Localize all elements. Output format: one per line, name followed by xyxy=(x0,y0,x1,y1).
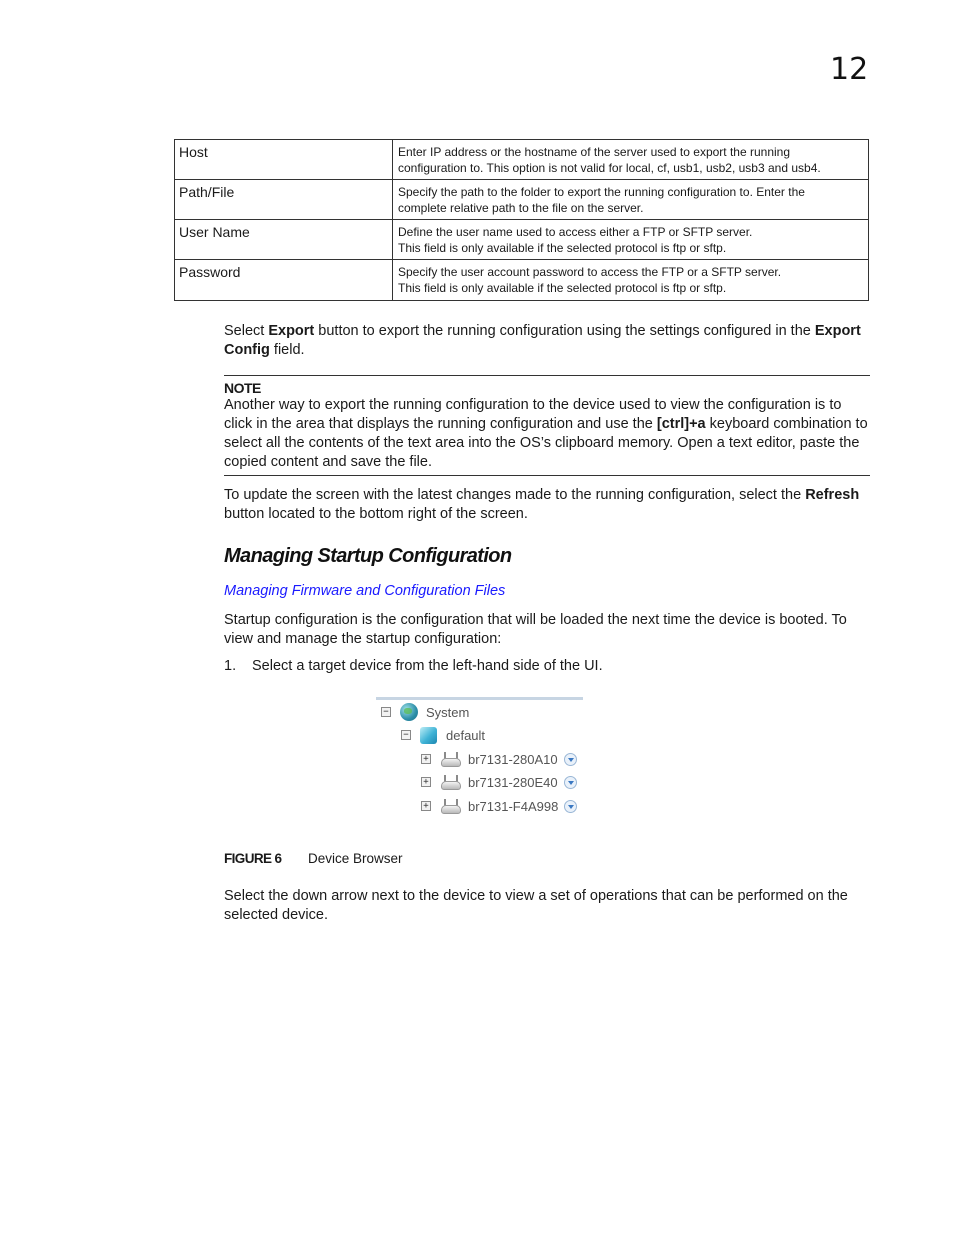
chevron-down-icon[interactable] xyxy=(563,752,577,766)
table-row: User Name Define the user name used to a… xyxy=(174,219,869,260)
tree-node-label[interactable]: br7131-F4A998 xyxy=(468,799,558,814)
note-label: NOTE xyxy=(224,380,261,396)
chevron-down-icon[interactable] xyxy=(564,799,578,813)
description-line: complete relative path to the file on th… xyxy=(398,201,644,215)
tree-node-device[interactable]: + br7131-280A10 xyxy=(421,749,577,769)
note-top-divider xyxy=(224,375,870,376)
param-description: Specify the path to the folder to export… xyxy=(392,179,869,220)
note-bottom-divider xyxy=(224,475,870,476)
figure-caption: FIGURE 6 Device Browser xyxy=(224,851,403,866)
shortcut-term: [ctrl]+a xyxy=(656,416,706,432)
description-line: Define the user name used to access eith… xyxy=(398,225,753,239)
tree-node-label[interactable]: br7131-280E40 xyxy=(468,775,558,790)
step-number: 1. xyxy=(224,658,237,674)
tree-node-label[interactable]: br7131-280A10 xyxy=(468,752,558,767)
access-point-icon xyxy=(440,774,462,790)
device-browser-tree: − System − default + br7131-280A10 + br7… xyxy=(376,697,583,821)
param-name: Password xyxy=(174,259,393,301)
description-line: Specify the path to the folder to export… xyxy=(398,185,805,199)
cross-reference-link[interactable]: Managing Firmware and Configuration File… xyxy=(224,583,505,599)
chevron-down-icon[interactable] xyxy=(563,775,577,789)
globe-icon xyxy=(400,703,418,721)
note-text: Another way to export the running config… xyxy=(224,397,868,470)
expand-icon[interactable]: + xyxy=(421,754,431,764)
step-text: Select a target device from the left-han… xyxy=(252,658,603,674)
param-description: Specify the user account password to acc… xyxy=(392,259,869,301)
refresh-paragraph: To update the screen with the latest cha… xyxy=(224,487,860,522)
export-paragraph: Select Export button to export the runni… xyxy=(224,323,861,358)
export-term: Export xyxy=(268,323,315,339)
figure-number: FIGURE 6 xyxy=(224,851,282,866)
chapter-number: 12 xyxy=(830,52,869,87)
table-row: Path/File Specify the path to the folder… xyxy=(174,179,869,220)
expand-icon[interactable]: + xyxy=(421,777,431,787)
param-name: Path/File xyxy=(174,179,393,220)
tree-node-system[interactable]: − System xyxy=(381,702,469,722)
after-figure-paragraph: Select the down arrow next to the device… xyxy=(224,888,848,923)
collapse-icon[interactable]: − xyxy=(401,730,411,740)
tree-node-label[interactable]: System xyxy=(426,705,469,720)
collapse-icon[interactable]: − xyxy=(381,707,391,717)
tree-node-label[interactable]: default xyxy=(446,728,485,743)
description-line: This field is only available if the sele… xyxy=(398,241,727,255)
rf-domain-icon xyxy=(420,726,437,744)
description-line: configuration to. This option is not val… xyxy=(398,161,821,175)
description-line: This field is only available if the sele… xyxy=(398,281,727,295)
tree-node-device[interactable]: + br7131-280E40 xyxy=(421,772,577,792)
expand-icon[interactable]: + xyxy=(421,801,431,811)
parameter-table: Host Enter IP address or the hostname of… xyxy=(174,139,869,301)
section-heading: Managing Startup Configuration xyxy=(224,545,512,567)
refresh-term: Refresh xyxy=(805,487,860,503)
table-row: Password Specify the user account passwo… xyxy=(174,259,869,301)
table-row: Host Enter IP address or the hostname of… xyxy=(174,139,869,180)
step-item: 1. Select a target device from the left-h… xyxy=(224,658,603,674)
param-description: Enter IP address or the hostname of the … xyxy=(392,139,869,180)
param-description: Define the user name used to access eith… xyxy=(392,219,869,260)
tree-node-default[interactable]: − default xyxy=(401,725,485,745)
access-point-icon xyxy=(440,798,462,814)
access-point-icon xyxy=(440,751,462,767)
tree-node-device[interactable]: + br7131-F4A998 xyxy=(421,796,578,816)
param-name: User Name xyxy=(174,219,393,260)
param-name: Host xyxy=(174,139,393,180)
description-line: Specify the user account password to acc… xyxy=(398,265,782,279)
intro-paragraph: Startup configuration is the configurati… xyxy=(224,612,847,647)
figure-title: Device Browser xyxy=(308,851,403,866)
description-line: Enter IP address or the hostname of the … xyxy=(398,145,791,159)
tree-header-bar xyxy=(376,697,583,700)
